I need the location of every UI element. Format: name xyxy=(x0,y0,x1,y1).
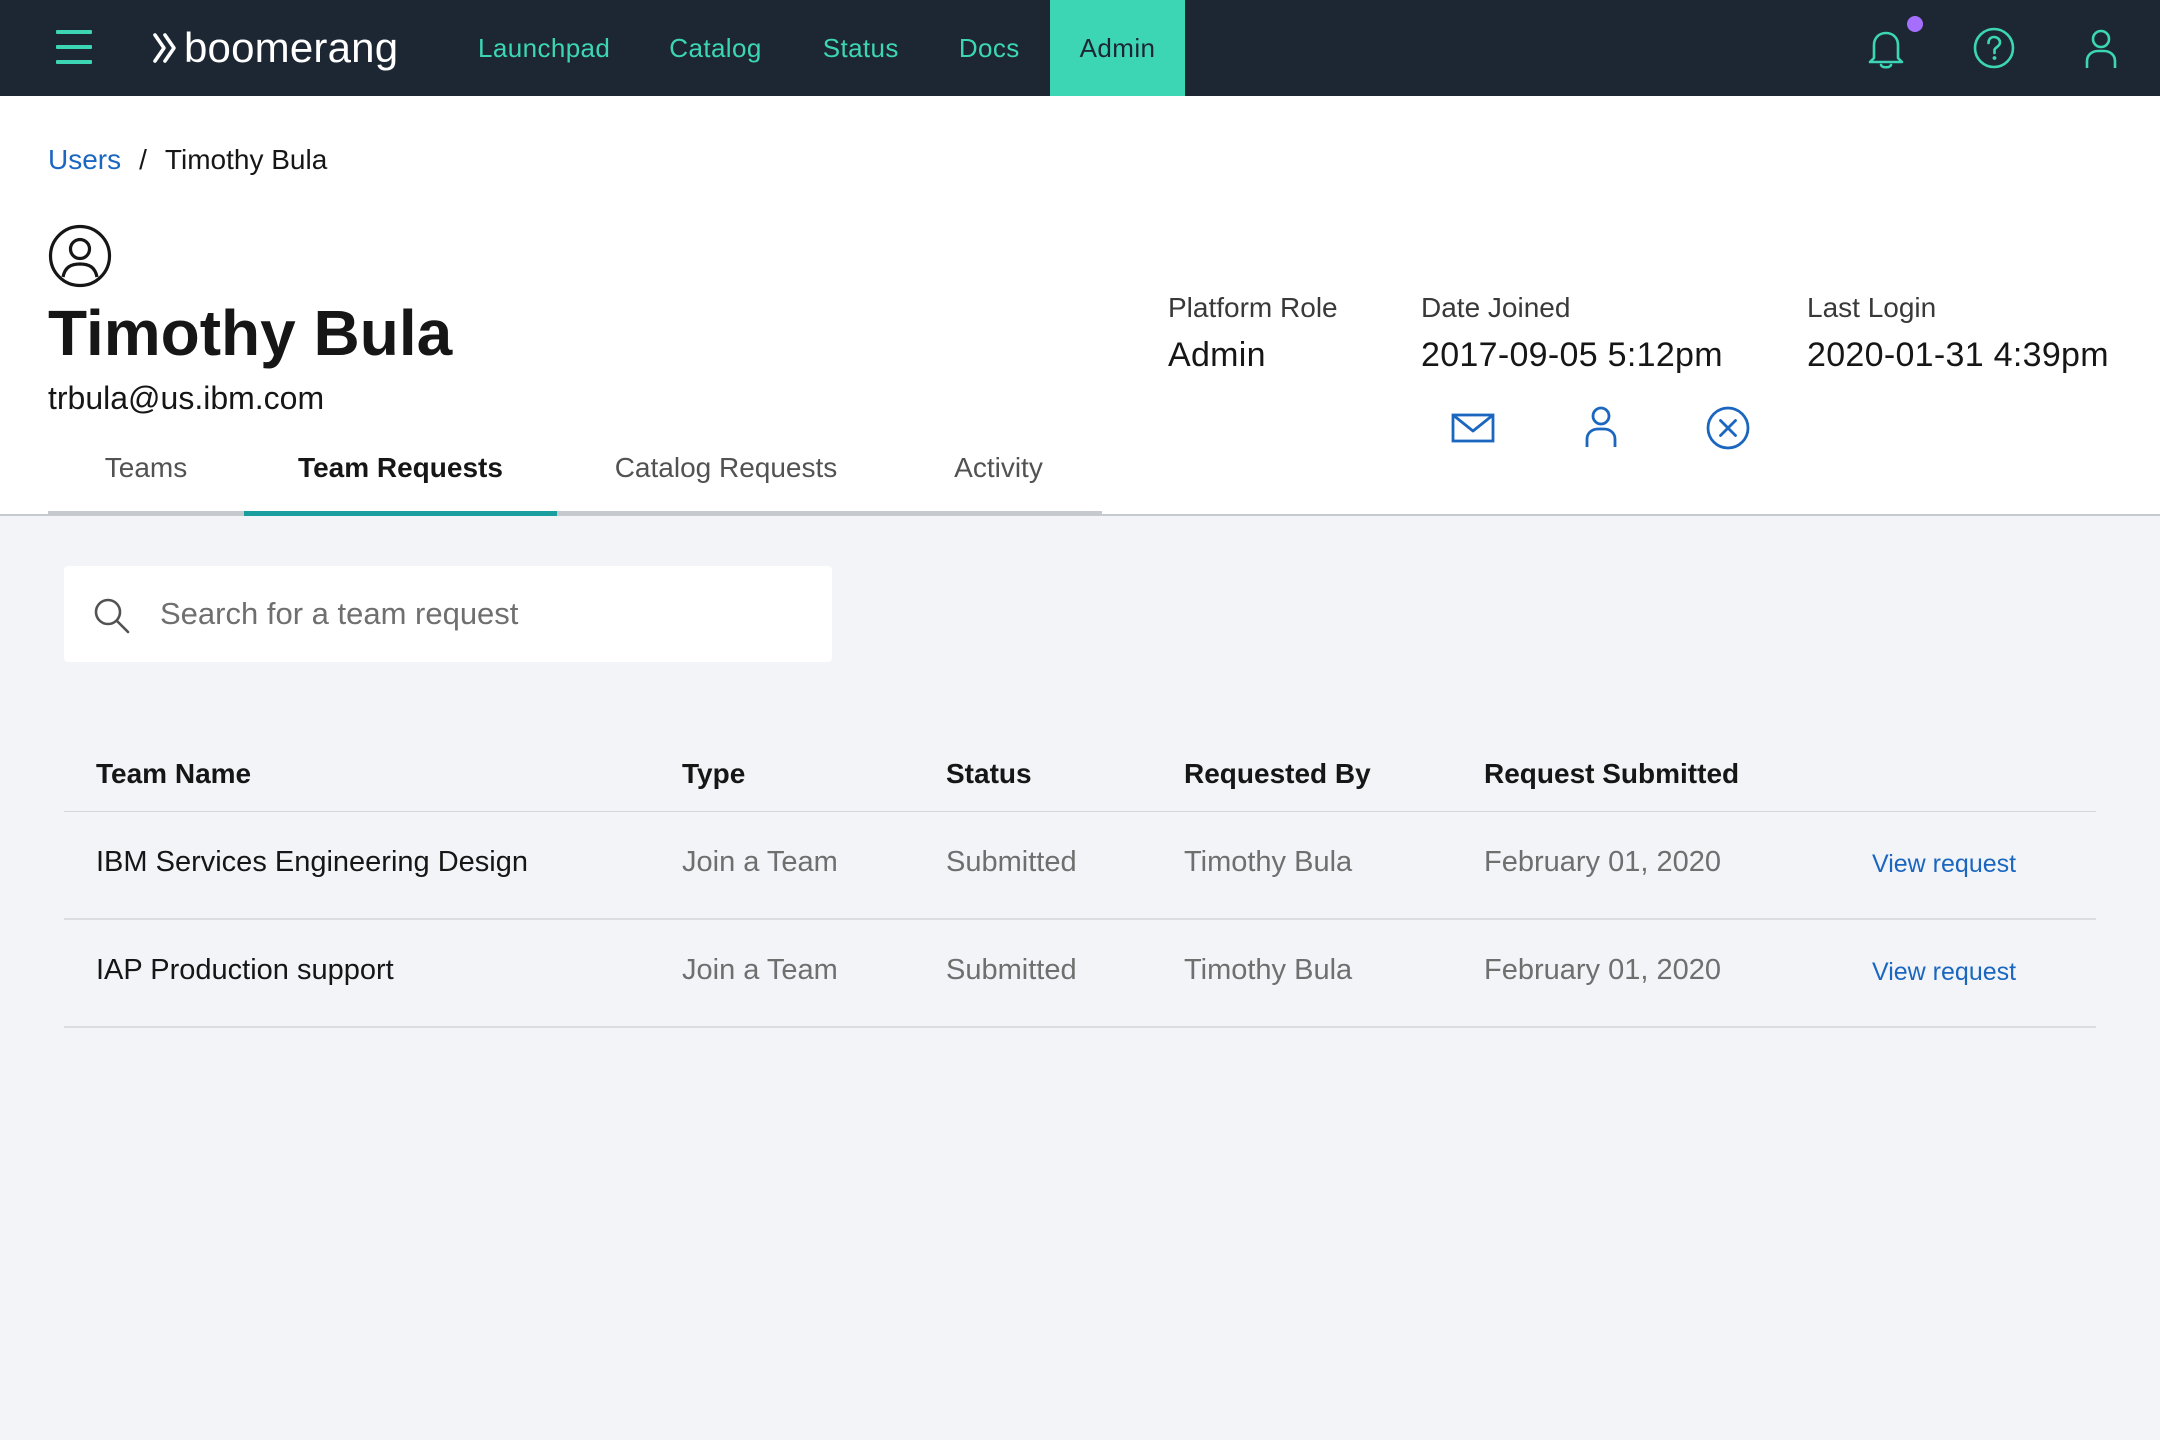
column-team-name: Team Name xyxy=(96,758,252,789)
cell-type: Join a Team xyxy=(682,954,838,986)
profile-tabs: Teams Team Requests Catalog Requests Act… xyxy=(48,448,1102,516)
column-status: Status xyxy=(946,758,1032,789)
team-requests-table: Team Name Type Status Requested By Reque… xyxy=(64,746,2096,1028)
breadcrumb-separator: / xyxy=(139,144,147,175)
table-row: IAP Production support Join a Team Submi… xyxy=(64,920,2096,1028)
cell-status: Submitted xyxy=(946,954,1077,986)
nav-docs[interactable]: Docs xyxy=(929,0,1050,96)
table-row: IBM Services Engineering Design Join a T… xyxy=(64,812,2096,920)
help-icon[interactable] xyxy=(1970,24,2018,72)
main-nav: Launchpad Catalog Status Docs Admin xyxy=(450,0,1186,96)
breadcrumb-current: Timothy Bula xyxy=(164,144,328,175)
table-header: Team Name Type Status Requested By Reque… xyxy=(64,746,2096,812)
column-type: Type xyxy=(682,758,746,789)
date-joined-value: 2017-09-05 5:12pm xyxy=(1421,336,1723,374)
date-joined-label: Date Joined xyxy=(1421,292,1571,323)
cell-status: Submitted xyxy=(946,846,1077,878)
tab-teams[interactable]: Teams xyxy=(48,448,244,511)
platform-role-label: Platform Role xyxy=(1168,292,1338,323)
top-header: boomerang Launchpad Catalog Status Docs … xyxy=(0,0,2160,96)
column-requested-by: Requested By xyxy=(1184,758,1371,789)
last-login: Last Login 2020-01-31 4:39pm xyxy=(1807,292,2109,375)
bell-icon[interactable] xyxy=(1862,24,1910,72)
cell-request-submitted: February 01, 2020 xyxy=(1484,954,1721,986)
platform-role-value: Admin xyxy=(1168,336,1266,374)
brand-name: boomerang xyxy=(184,24,399,71)
deactivate-user-icon[interactable] xyxy=(1704,404,1752,452)
date-joined: Date Joined 2017-09-05 5:12pm xyxy=(1421,292,1723,375)
cell-team-name: IBM Services Engineering Design xyxy=(96,846,528,878)
user-name: Timothy Bula xyxy=(48,297,453,369)
tab-catalog-requests[interactable]: Catalog Requests xyxy=(557,448,895,511)
search-input[interactable] xyxy=(160,588,800,640)
brand-logo[interactable]: boomerang xyxy=(152,22,398,74)
tab-team-requests[interactable]: Team Requests xyxy=(244,448,557,516)
nav-status[interactable]: Status xyxy=(793,0,929,96)
avatar-icon xyxy=(48,224,112,288)
notification-badge xyxy=(1907,16,1923,32)
nav-catalog[interactable]: Catalog xyxy=(638,0,792,96)
last-login-label: Last Login xyxy=(1807,292,1937,323)
breadcrumb-users-link[interactable]: Users xyxy=(48,144,121,176)
platform-role: Platform Role Admin xyxy=(1168,292,1338,375)
view-request-link[interactable]: View request xyxy=(1872,958,2016,987)
cell-request-submitted: February 01, 2020 xyxy=(1484,846,1721,878)
breadcrumb: Users / Timothy Bula xyxy=(48,144,327,176)
search-icon xyxy=(94,598,130,634)
column-request-submitted: Request Submitted xyxy=(1484,758,1740,789)
cell-requested-by: Timothy Bula xyxy=(1184,846,1353,878)
profile-header: Users / Timothy Bula Timothy Bula trbula… xyxy=(0,96,2160,516)
cell-requested-by: Timothy Bula xyxy=(1184,954,1353,986)
nav-admin[interactable]: Admin xyxy=(1049,0,1186,96)
last-login-value: 2020-01-31 4:39pm xyxy=(1807,336,2109,374)
email-icon[interactable] xyxy=(1449,404,1497,452)
user-icon[interactable] xyxy=(2077,24,2125,72)
user-email: trbula@us.ibm.com xyxy=(48,380,325,416)
cell-team-name: IAP Production support xyxy=(96,954,394,986)
impersonate-user-icon[interactable] xyxy=(1577,404,1625,452)
view-request-link[interactable]: View request xyxy=(1872,850,2016,879)
menu-icon[interactable] xyxy=(56,30,92,64)
nav-launchpad[interactable]: Launchpad xyxy=(450,0,638,96)
search-box xyxy=(64,566,832,662)
boomerang-chevron-icon xyxy=(153,33,176,63)
tab-activity[interactable]: Activity xyxy=(895,448,1102,511)
cell-type: Join a Team xyxy=(682,846,838,878)
